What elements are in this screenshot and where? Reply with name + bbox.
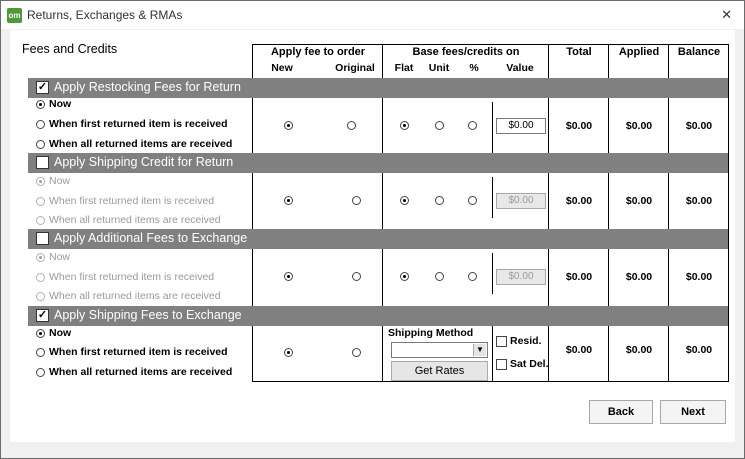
balance-value: $0.00	[685, 120, 713, 132]
group-label: Apply Shipping Fees to Exchange	[54, 308, 242, 322]
col-base-fees: Base fees/credits on	[412, 46, 520, 58]
radio-icon	[36, 196, 45, 206]
total-value: $0.00	[565, 271, 593, 283]
option-first-received[interactable]: When first returned item is received	[36, 271, 214, 283]
applied-value: $0.00	[625, 195, 653, 207]
apply-new-radio[interactable]	[284, 196, 293, 205]
checkbox-icon	[496, 358, 507, 370]
total-value: $0.00	[565, 120, 593, 132]
window-title: Returns, Exchanges & RMAs	[27, 8, 183, 22]
apply-original-radio[interactable]	[352, 348, 361, 357]
unit-radio[interactable]	[435, 196, 444, 205]
option-first-received[interactable]: When first returned item is received	[36, 118, 228, 130]
additional-fees-checkbox[interactable]	[36, 232, 49, 245]
radio-icon	[36, 367, 45, 377]
option-first-received[interactable]: When first returned item is received	[36, 195, 214, 207]
applied-value: $0.00	[625, 271, 653, 283]
radio-icon	[36, 119, 45, 129]
chevron-down-icon[interactable]: ▼	[473, 344, 486, 356]
checkbox-icon	[496, 335, 507, 347]
group-shipping-credit: Apply Shipping Credit for Return	[28, 153, 728, 173]
percent-radio[interactable]	[468, 196, 477, 205]
col-unit: Unit	[428, 62, 450, 74]
value-input[interactable]: $0.00	[496, 193, 546, 209]
balance-value: $0.00	[685, 271, 713, 283]
apply-new-radio[interactable]	[284, 121, 293, 130]
apply-new-radio[interactable]	[284, 272, 293, 281]
group-label: Apply Restocking Fees for Return	[54, 80, 241, 94]
apply-original-radio[interactable]	[352, 272, 361, 281]
radio-icon	[36, 272, 45, 282]
flat-radio[interactable]	[400, 272, 409, 281]
balance-value: $0.00	[685, 344, 713, 356]
col-apply-fee: Apply fee to order	[270, 46, 366, 58]
option-first-received[interactable]: When first returned item is received	[36, 346, 228, 358]
group-label: Apply Additional Fees to Exchange	[54, 231, 248, 245]
percent-radio[interactable]	[468, 272, 477, 281]
percent-radio[interactable]	[468, 121, 477, 130]
app-icon: om	[7, 8, 22, 23]
option-now[interactable]: Now	[36, 251, 70, 263]
flat-radio[interactable]	[400, 121, 409, 130]
col-applied: Applied	[618, 46, 660, 58]
col-balance: Balance	[677, 46, 721, 58]
dialog-window: om Returns, Exchanges & RMAs ✕ Fees and …	[0, 0, 745, 459]
col-percent: %	[469, 62, 479, 74]
group-label: Apply Shipping Credit for Return	[54, 155, 234, 169]
radio-icon	[36, 347, 45, 357]
shipping-method-label: Shipping Method	[388, 327, 474, 339]
col-flat: Flat	[394, 62, 414, 74]
group-shipping-fees-exchange: ✓ Apply Shipping Fees to Exchange	[28, 306, 728, 326]
option-now[interactable]: Now	[36, 98, 71, 110]
apply-original-radio[interactable]	[347, 121, 356, 130]
sat-del-checkbox[interactable]: Sat Del.	[496, 358, 549, 370]
total-value: $0.00	[565, 344, 593, 356]
apply-new-radio[interactable]	[284, 348, 293, 357]
restocking-fees-checkbox[interactable]: ✓	[36, 81, 49, 94]
close-icon[interactable]: ✕	[721, 7, 732, 23]
flat-radio[interactable]	[400, 196, 409, 205]
group-additional-fees: Apply Additional Fees to Exchange	[28, 229, 728, 249]
radio-icon	[36, 252, 45, 262]
group-restocking-fees: ✓ Apply Restocking Fees for Return	[28, 78, 728, 98]
col-total: Total	[566, 46, 592, 58]
radio-icon	[36, 291, 45, 301]
option-all-received[interactable]: When all returned items are received	[36, 138, 232, 150]
get-rates-button[interactable]: Get Rates	[391, 361, 488, 381]
option-now[interactable]: Now	[36, 175, 70, 187]
resid-checkbox[interactable]: Resid.	[496, 335, 542, 347]
option-all-received[interactable]: When all returned items are received	[36, 290, 221, 302]
option-all-received[interactable]: When all returned items are received	[36, 214, 221, 226]
col-original: Original	[335, 62, 375, 74]
unit-radio[interactable]	[435, 121, 444, 130]
value-input[interactable]: $0.00	[496, 269, 546, 285]
radio-icon	[36, 139, 45, 149]
option-now[interactable]: Now	[36, 327, 71, 339]
option-all-received[interactable]: When all returned items are received	[36, 366, 232, 378]
col-new: New	[271, 62, 293, 74]
applied-value: $0.00	[625, 344, 653, 356]
fees-panel: Fees and Credits Apply fee to order New …	[10, 30, 735, 442]
radio-icon	[36, 176, 45, 186]
apply-original-radio[interactable]	[352, 196, 361, 205]
col-value: Value	[506, 62, 534, 74]
radio-icon	[36, 99, 45, 109]
shipping-credit-checkbox[interactable]	[36, 156, 49, 169]
value-input[interactable]: $0.00	[496, 118, 546, 134]
section-title: Fees and Credits	[22, 42, 118, 56]
total-value: $0.00	[565, 195, 593, 207]
shipping-fees-exchange-checkbox[interactable]: ✓	[36, 309, 49, 322]
title-bar: om Returns, Exchanges & RMAs ✕	[1, 1, 744, 29]
radio-icon	[36, 215, 45, 225]
shipping-method-select[interactable]: ▼	[391, 342, 488, 358]
radio-icon	[36, 328, 45, 338]
balance-value: $0.00	[685, 195, 713, 207]
applied-value: $0.00	[625, 120, 653, 132]
back-button[interactable]: Back	[589, 400, 653, 424]
unit-radio[interactable]	[435, 272, 444, 281]
next-button[interactable]: Next	[660, 400, 726, 424]
